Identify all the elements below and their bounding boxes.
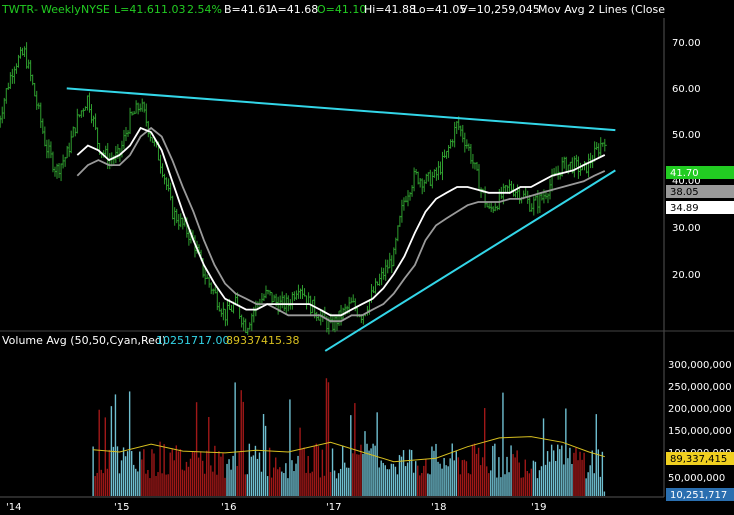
volume-value-avg: 89337415.38 [226, 334, 299, 347]
volume-tick-200m: 200,000,000 [668, 404, 732, 415]
volume-tag-last: 10,251,717 [666, 488, 734, 501]
price-tick-20: 20.00 [672, 270, 701, 281]
price-tag-ma2-text: 34.89 [670, 203, 699, 214]
header-dash: - [34, 3, 38, 16]
x-tick-2016: '16 [221, 502, 236, 513]
volume-tag-avg: 89,337,415 [666, 452, 734, 465]
header-change-pct: 2.54% [187, 3, 222, 16]
price-tick-70: 70.00 [672, 38, 701, 49]
header-low: Lo=41.05 [413, 3, 466, 16]
header-high: Hi=41.88 [364, 3, 416, 16]
header-change: 1.03 [161, 3, 186, 16]
price-tick-60: 60.00 [672, 84, 701, 95]
header-exchange: NYSE [81, 3, 110, 16]
price-tag-last-text: 41.70 [670, 168, 699, 179]
volume-title: Volume Avg (50,50,Cyan,Red) [2, 334, 166, 347]
volume-tick-150m: 150,000,000 [668, 426, 732, 437]
volume-tick-300m: 300,000,000 [668, 360, 732, 371]
header-ask: A=41.68 [270, 3, 318, 16]
volume-tick-250m: 250,000,000 [668, 382, 732, 393]
price-tag-ma1: 38.05 [666, 185, 734, 198]
volume-tag-avg-text: 89,337,415 [670, 454, 727, 465]
price-tag-last: 41.70 [666, 166, 734, 179]
volume-value-cyan: 10251717.00 [156, 334, 229, 347]
price-tag-ma1-text: 38.05 [670, 187, 699, 198]
price-tick-50: 50.00 [672, 130, 701, 141]
header-bid: B=41.61 [224, 3, 272, 16]
header-volume: V=10,259,045 [460, 3, 540, 16]
header-last: L=41.61 [114, 3, 161, 16]
volume-tick-50m: 50,000,000 [668, 473, 725, 484]
header-study: Mov Avg 2 Lines (Close [538, 3, 665, 16]
x-tick-2019: '19 [531, 502, 546, 513]
volume-tag-last-text: 10,251,717 [670, 490, 727, 501]
x-tick-2018: '18 [431, 502, 446, 513]
price-tick-30: 30.00 [672, 223, 701, 234]
x-tick-2017: '17 [326, 502, 341, 513]
header-symbol: TWTR [1, 3, 34, 16]
stock-chart: TWTR - Weekly NYSE L=41.61 1.03 2.54% B=… [0, 0, 734, 515]
x-tick-2014: '14 [6, 502, 21, 513]
x-tick-2015: '15 [114, 502, 129, 513]
header-period: Weekly [41, 3, 81, 16]
price-tag-ma2: 34.89 [666, 201, 734, 214]
header-open: O=41.10 [317, 3, 366, 16]
